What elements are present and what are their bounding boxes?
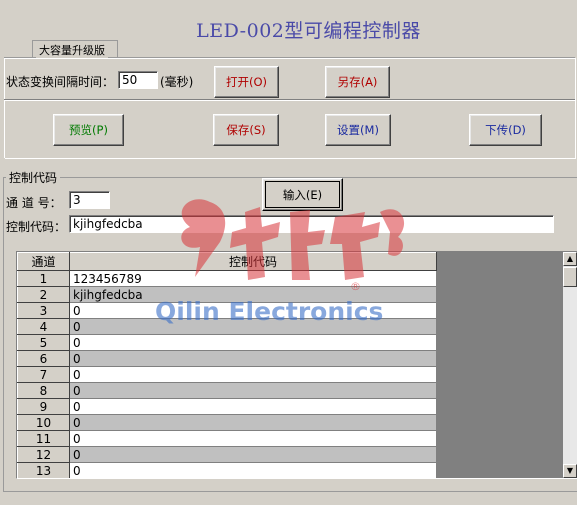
code-input[interactable] [69, 215, 554, 233]
cell-code[interactable]: 0 [69, 430, 437, 447]
preview-button[interactable]: 预览(P) [53, 114, 124, 146]
download-button[interactable]: 下传(D) [469, 114, 542, 146]
col-header-code[interactable]: 控制代码 [69, 252, 437, 271]
top-group-legend-box [32, 40, 118, 57]
table-row[interactable]: 70 [17, 366, 437, 383]
interval-input[interactable] [118, 71, 158, 89]
code-grid: 通道 控制代码 1 123456789 2 kjihgfedcba 3 0 4 0 5 0 6 0 7 0… [16, 251, 577, 479]
code-table: 通道 控制代码 1 123456789 2 kjihgfedcba 3 0 4 0 5 0 6 0 7 0… [17, 252, 437, 478]
cell-channel[interactable]: 7 [17, 366, 70, 383]
table-row[interactable]: 60 [17, 350, 437, 367]
table-row[interactable]: 80 [17, 382, 437, 399]
cell-channel[interactable]: 10 [17, 414, 70, 431]
cell-code[interactable]: 0 [69, 366, 437, 383]
cell-code[interactable]: 0 [69, 462, 437, 478]
cell-code[interactable]: 0 [69, 318, 437, 335]
cell-channel[interactable]: 2 [17, 286, 70, 303]
cell-code[interactable]: 0 [69, 398, 437, 415]
cell-code[interactable]: 0 [69, 446, 437, 463]
table-row[interactable]: 13 0 [17, 462, 437, 478]
interval-unit: (毫秒) [160, 75, 194, 89]
cell-channel[interactable]: 3 [17, 302, 70, 319]
cell-code[interactable]: kjihgfedcba [69, 286, 437, 303]
cell-code[interactable]: 0 [69, 302, 437, 319]
cell-channel[interactable]: 6 [17, 350, 70, 367]
cell-channel[interactable]: 13 [17, 462, 70, 478]
scroll-up-button[interactable]: ▲ [563, 252, 577, 266]
window-title: LED-002型可编程控制器 [196, 20, 421, 42]
cell-channel[interactable]: 12 [17, 446, 70, 463]
cell-channel[interactable]: 9 [17, 398, 70, 415]
cell-channel[interactable]: 4 [17, 318, 70, 335]
scroll-down-button[interactable]: ▼ [563, 464, 577, 478]
cell-channel[interactable]: 5 [17, 334, 70, 351]
table-row[interactable]: 30 [17, 302, 437, 319]
top-separator [4, 99, 575, 101]
table-row[interactable]: 40 [17, 318, 437, 335]
cell-channel[interactable]: 8 [17, 382, 70, 399]
code-label: 控制代码： [6, 220, 67, 234]
cell-code[interactable]: 0 [69, 350, 437, 367]
channel-input[interactable] [69, 191, 110, 209]
cell-code[interactable]: 0 [69, 334, 437, 351]
scroll-thumb[interactable] [563, 267, 577, 287]
save-button[interactable]: 保存(S) [213, 114, 279, 146]
interval-label: 状态变换间隔时间： [6, 75, 115, 89]
table-row[interactable]: 50 [17, 334, 437, 351]
table-row[interactable]: 10 0 [17, 414, 437, 431]
vertical-scrollbar[interactable]: ▲ ▼ [563, 252, 577, 478]
table-row[interactable]: 12 0 [17, 446, 437, 463]
cell-code[interactable]: 0 [69, 414, 437, 431]
input-button[interactable]: 输入(E) [262, 178, 343, 211]
col-header-channel[interactable]: 通道 [17, 252, 70, 271]
channel-label: 通 道 号： [6, 196, 62, 210]
open-button[interactable]: 打开(O) [214, 66, 279, 98]
cell-code[interactable]: 0 [69, 382, 437, 399]
cell-channel[interactable]: 11 [17, 430, 70, 447]
table-row[interactable]: 11 0 [17, 430, 437, 447]
table-row[interactable]: 90 [17, 398, 437, 415]
settings-button[interactable]: 设置(M) [325, 114, 391, 146]
cell-channel[interactable]: 1 [17, 270, 70, 287]
code-group-legend: 控制代码 [6, 169, 61, 186]
cell-code[interactable]: 123456789 [69, 270, 437, 287]
table-row[interactable]: 1 123456789 [17, 270, 437, 287]
table-row[interactable]: 2 kjihgfedcba [17, 286, 437, 303]
save-as-button[interactable]: 另存(A) [325, 66, 390, 98]
